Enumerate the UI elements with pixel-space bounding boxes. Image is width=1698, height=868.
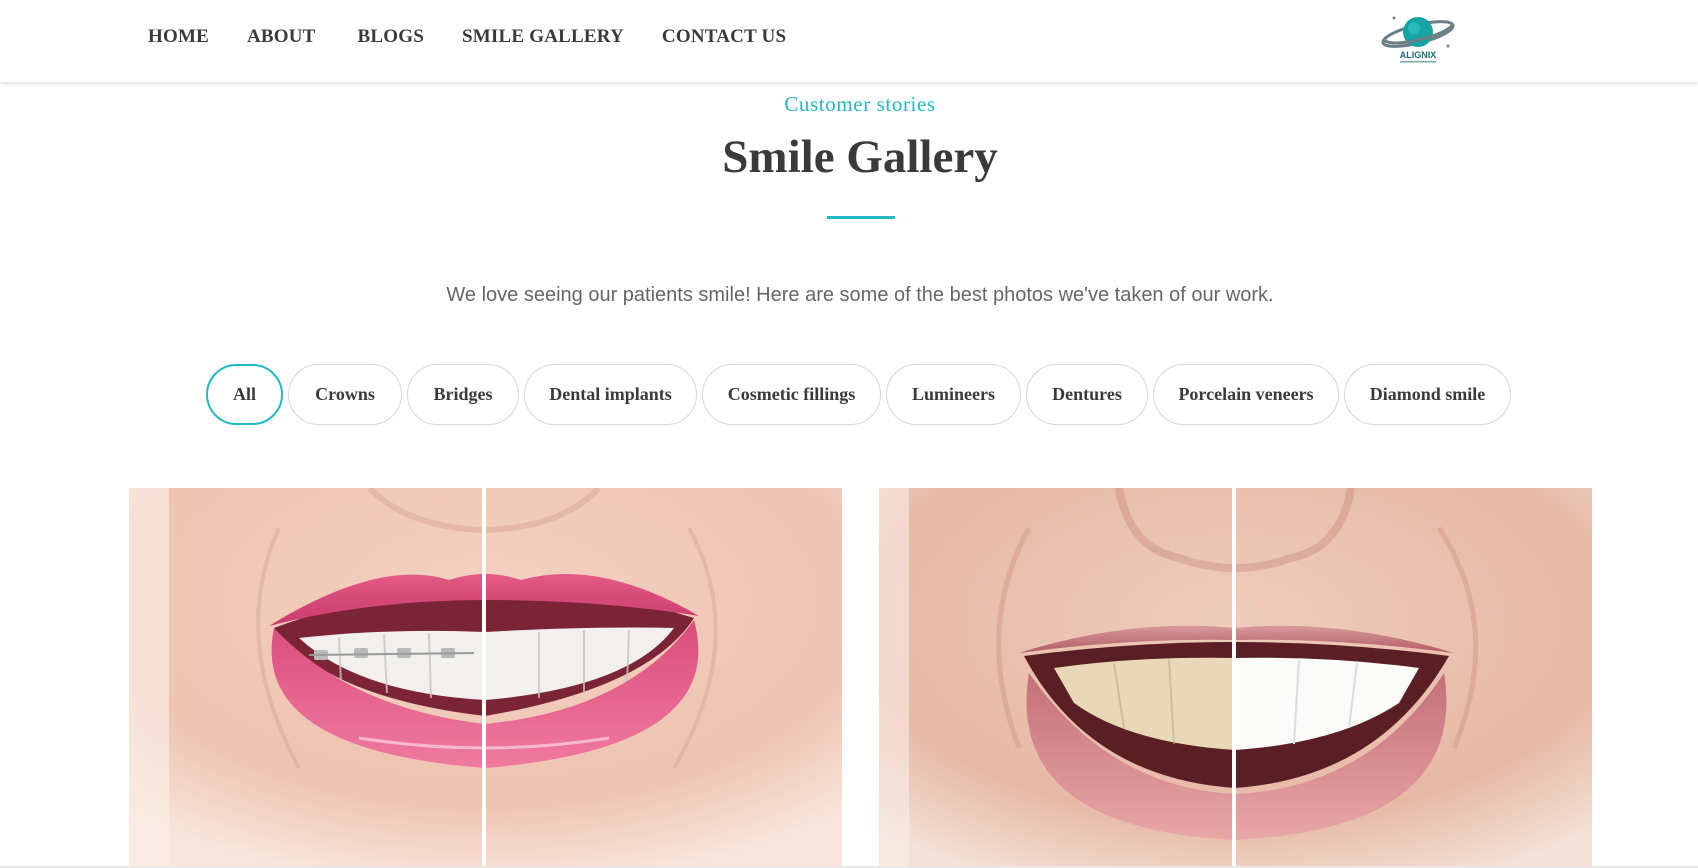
filter-crowns[interactable]: Crowns [288,364,402,425]
filter-all[interactable]: All [206,364,283,425]
filter-dentures[interactable]: Dentures [1026,364,1148,425]
filter-cosmetic-fillings[interactable]: Cosmetic fillings [702,364,881,425]
title-divider [827,216,895,219]
gallery-image-braces[interactable] [129,488,842,868]
before-after-braces-image [129,488,842,868]
nav-home[interactable]: HOME [148,26,209,48]
section-lead: We love seeing our patients smile! Here … [446,284,1274,306]
filter-diamond-smile[interactable]: Diamond smile [1344,364,1511,425]
planet-logo-icon: ALIGNIX [1381,16,1455,63]
page-title: Smile Gallery [722,131,998,183]
alignix-logo[interactable]: ALIGNIX [1378,12,1458,66]
nav-about[interactable]: ABOUT [247,26,316,48]
gallery-image-whitening[interactable] [879,488,1592,868]
nav-contact-us[interactable]: CONTACT US [662,26,786,48]
site-header: HOME ABOUT BLOGS SMILE GALLERY CONTACT U… [0,0,1698,82]
filter-dental-implants[interactable]: Dental implants [524,364,697,425]
nav-smile-gallery[interactable]: SMILE GALLERY [462,26,624,48]
logo-text: ALIGNIX [1400,50,1437,60]
filter-porcelain-veneers[interactable]: Porcelain veneers [1153,364,1339,425]
gallery-filters: All Crowns Bridges Dental implants Cosme… [206,364,1516,425]
section-eyebrow: Customer stories [784,92,936,116]
before-after-whitening-image [879,488,1592,868]
filter-bridges[interactable]: Bridges [407,364,519,425]
filter-lumineers[interactable]: Lumineers [886,364,1021,425]
main-nav: HOME ABOUT BLOGS SMILE GALLERY CONTACT U… [148,26,824,48]
nav-blogs[interactable]: BLOGS [358,26,424,48]
